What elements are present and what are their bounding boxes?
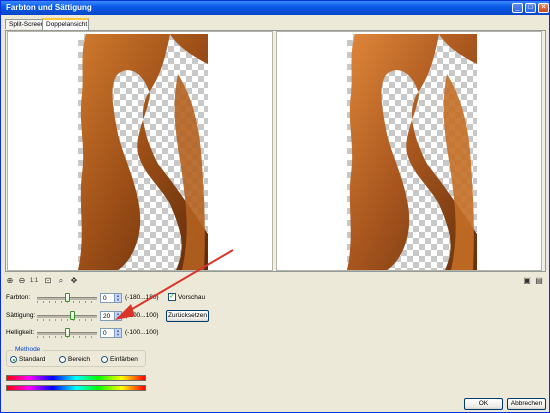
tab-doppelansicht[interactable]: Doppelansicht <box>42 18 89 30</box>
saturation-label: Sättigung: <box>6 312 36 319</box>
hair-result-graphic <box>347 34 477 270</box>
preview-panel <box>5 30 546 272</box>
annotation-arrow <box>115 249 234 320</box>
window-title: Farbton und Sättigung <box>6 3 92 12</box>
radio-einfaerben[interactable] <box>101 356 108 363</box>
radio-standard[interactable] <box>10 356 17 363</box>
magnifier-icon[interactable]: ⌕ <box>56 276 66 286</box>
radio-einfaerben-label: Einfärben <box>110 356 138 363</box>
result-image <box>347 34 477 270</box>
minimize-icon[interactable]: _ <box>512 3 523 13</box>
source-hue-bar <box>6 375 146 381</box>
lightness-slider[interactable] <box>37 328 97 338</box>
radio-standard-label: Standard <box>19 356 46 363</box>
original-view[interactable] <box>7 31 273 271</box>
saturation-slider-thumb[interactable] <box>70 311 75 320</box>
radio-bereich[interactable] <box>59 356 66 363</box>
actual-size-icon[interactable]: 1:1 <box>29 276 39 286</box>
zoom-out-icon[interactable]: ⊖ <box>17 276 27 286</box>
title-bar[interactable]: Farbton und Sättigung _ □ ✕ <box>1 1 549 15</box>
lightness-label: Helligkeit: <box>6 329 35 336</box>
hue-slider-thumb[interactable] <box>64 293 70 302</box>
dialog-window: Farbton und Sättigung _ □ ✕ Split-Screen… <box>0 0 550 413</box>
original-image <box>78 34 208 270</box>
hue-label: Farbton: <box>6 294 31 301</box>
method-legend: Methode <box>13 346 43 353</box>
tab-split-screen[interactable]: Split-Screen <box>5 19 44 29</box>
ok-button[interactable]: OK <box>464 398 503 410</box>
method-group: Methode Standard Bereich Einfärben <box>6 346 146 367</box>
lightness-slider-thumb[interactable] <box>64 328 70 337</box>
fit-window-icon[interactable]: ⊡ <box>43 276 53 286</box>
saturation-slider[interactable] <box>37 311 97 321</box>
close-icon[interactable]: ✕ <box>538 3 549 13</box>
hair-original-graphic <box>78 34 208 270</box>
pan-icon[interactable]: ✥ <box>69 276 79 286</box>
zoom-in-icon[interactable]: ⊕ <box>5 276 15 286</box>
result-view[interactable] <box>276 31 542 271</box>
camera-icon[interactable]: ▣ <box>522 276 532 286</box>
maximize-icon[interactable]: □ <box>525 3 536 13</box>
radio-bereich-label: Bereich <box>68 356 91 363</box>
target-hue-bar <box>6 385 146 391</box>
ruler-icon[interactable]: ▤ <box>534 276 544 286</box>
hue-slider[interactable] <box>37 293 97 303</box>
cancel-button[interactable]: Abbrechen <box>507 398 546 410</box>
